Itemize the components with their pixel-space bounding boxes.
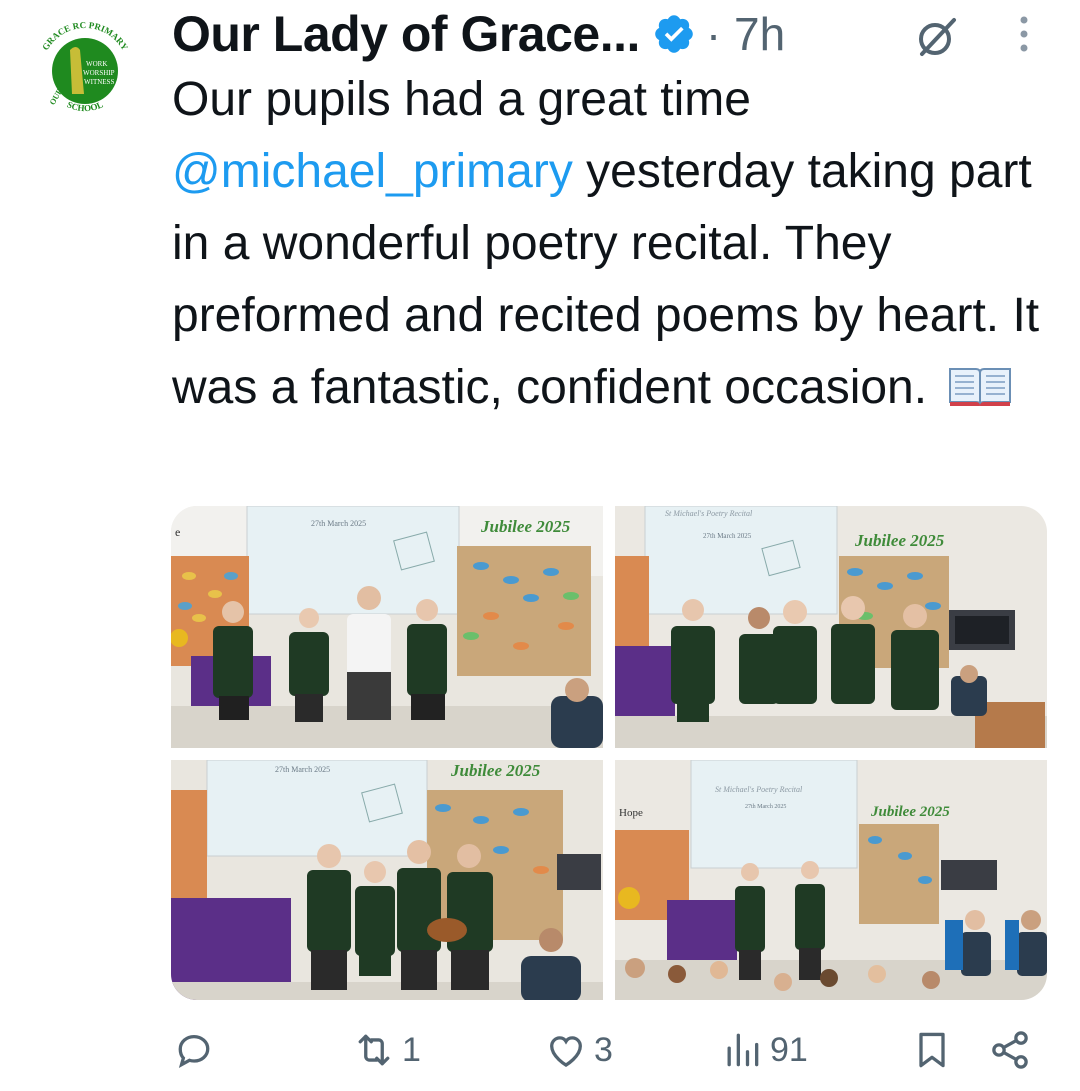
media-grid: 27th March 2025 Jubilee 2025 e St Michae… xyxy=(171,506,1047,1000)
svg-text:St Michael's Poetry Recital: St Michael's Poetry Recital xyxy=(665,509,753,518)
author-avatar[interactable]: GRACE RC PRIMARY SCHOOL OUR LADY OF WORK… xyxy=(28,14,142,128)
school-logo: GRACE RC PRIMARY SCHOOL OUR LADY OF WORK… xyxy=(30,16,140,126)
reply-icon xyxy=(178,1034,210,1069)
svg-text:WORK: WORK xyxy=(86,60,107,68)
retweet-button[interactable]: 1 xyxy=(352,1028,421,1072)
retweet-icon xyxy=(358,1034,390,1066)
svg-text:WORSHIP: WORSHIP xyxy=(83,69,115,77)
author-name[interactable]: Our Lady of Grace... xyxy=(172,5,640,63)
share-button[interactable] xyxy=(988,1028,1032,1072)
svg-text:Jubilee 2025: Jubilee 2025 xyxy=(854,531,945,550)
svg-text:Jubilee 2025: Jubilee 2025 xyxy=(870,804,950,820)
heart-icon xyxy=(550,1036,582,1067)
retweet-count: 1 xyxy=(402,1030,421,1069)
photo-4[interactable]: St Michael's Poetry Recital 27th March 2… xyxy=(615,760,1047,1000)
photo-3[interactable]: 27th March 2025 Jubilee 2025 xyxy=(171,760,603,1000)
separator-dot: · xyxy=(705,8,722,60)
action-bar: 1 3 91 xyxy=(172,1018,1042,1082)
photo-2[interactable]: St Michael's Poetry Recital 27th March 2… xyxy=(615,506,1047,748)
svg-text:e: e xyxy=(175,525,180,539)
photo-1[interactable]: 27th March 2025 Jubilee 2025 e xyxy=(171,506,603,748)
grok-icon[interactable] xyxy=(914,14,960,60)
svg-text:St Michael's Poetry Recital: St Michael's Poetry Recital xyxy=(715,785,803,794)
bookmark-button[interactable] xyxy=(910,1028,954,1072)
like-count: 3 xyxy=(594,1030,613,1069)
bookmark-icon xyxy=(919,1032,945,1068)
views-button[interactable]: 91 xyxy=(720,1028,808,1072)
time-ago: 7h xyxy=(734,8,786,60)
svg-text:27th March 2025: 27th March 2025 xyxy=(311,519,366,528)
svg-text:Jubilee 2025: Jubilee 2025 xyxy=(450,761,541,780)
post-timestamp[interactable]: · 7h xyxy=(706,7,785,61)
svg-text:Hope: Hope xyxy=(619,807,643,819)
svg-text:27th March 2025: 27th March 2025 xyxy=(745,804,786,810)
svg-text:27th March 2025: 27th March 2025 xyxy=(275,765,330,774)
mention-link[interactable]: @michael_primary xyxy=(172,145,573,198)
tweet-text: Our pupils had a great time @michael_pri… xyxy=(172,64,1052,424)
like-button[interactable]: 3 xyxy=(544,1028,613,1072)
views-icon xyxy=(727,1033,759,1067)
tweet-text-part: Our pupils had a great time xyxy=(172,73,751,126)
svg-text:27th March 2025: 27th March 2025 xyxy=(703,532,752,540)
open-book-icon xyxy=(948,356,1012,406)
svg-text:Jubilee 2025: Jubilee 2025 xyxy=(480,517,571,536)
share-icon xyxy=(992,1031,1028,1069)
reply-button[interactable] xyxy=(172,1028,222,1072)
svg-text:WITNESS: WITNESS xyxy=(84,78,114,86)
views-count: 91 xyxy=(770,1030,808,1069)
more-options-icon[interactable] xyxy=(1014,12,1034,60)
verified-badge-icon xyxy=(652,12,696,56)
